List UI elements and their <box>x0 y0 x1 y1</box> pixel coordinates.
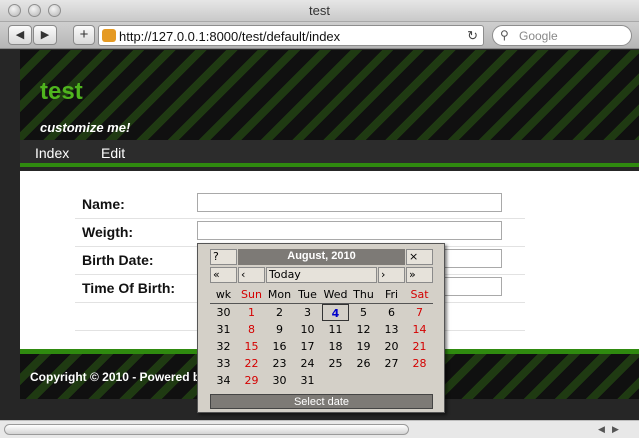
window-titlebar: test <box>0 0 639 22</box>
name-label: Name: <box>82 196 125 212</box>
calendar-today-button[interactable]: Today <box>266 267 377 283</box>
calendar-day[interactable]: 3 <box>294 304 321 321</box>
calendar-day[interactable]: 31 <box>294 372 321 389</box>
menu-item-index[interactable]: Index <box>35 145 69 161</box>
calendar-weekday-sat: Sat <box>410 288 429 301</box>
calendar-day[interactable]: 20 <box>378 338 405 355</box>
calendar-day[interactable]: 10 <box>294 321 321 338</box>
date-picker-popup: ? August, 2010 × « ‹ Today › » wk Sun Mo… <box>197 243 445 413</box>
calendar-weekday-wed: Wed <box>323 288 348 301</box>
search-icon[interactable]: ⚲ <box>500 28 509 42</box>
calendar-day[interactable]: 8 <box>238 321 265 338</box>
weigth-field[interactable] <box>197 221 502 240</box>
calendar-help-button[interactable]: ? <box>210 249 237 265</box>
site-header: test customize me! <box>20 50 639 140</box>
calendar-day[interactable]: 24 <box>294 355 321 372</box>
calendar-day[interactable]: 26 <box>350 355 377 372</box>
reload-icon[interactable]: ↻ <box>467 28 478 44</box>
calendar-month-title: August, 2010 <box>238 249 405 265</box>
calendar-day[interactable]: 6 <box>378 304 405 321</box>
calendar-status-bar: Select date <box>210 394 433 409</box>
calendar-day[interactable]: 18 <box>322 338 349 355</box>
calendar-day[interactable]: 21 <box>406 338 433 355</box>
calendar-day[interactable]: 25 <box>322 355 349 372</box>
calendar-day[interactable]: 29 <box>238 372 265 389</box>
site-favicon-icon <box>102 29 116 42</box>
calendar-weekday-fri: Fri <box>384 288 399 301</box>
back-button[interactable]: ◀ <box>8 25 32 45</box>
calendar-weekday-thu: Thu <box>353 288 374 301</box>
search-placeholder: Google <box>519 29 558 43</box>
calendar-day[interactable]: 22 <box>238 355 265 372</box>
calendar-day[interactable]: 28 <box>406 355 433 372</box>
site-menu: Index Edit <box>20 140 639 167</box>
calendar-day[interactable]: 13 <box>378 321 405 338</box>
calendar-close-button[interactable]: × <box>406 249 433 265</box>
scroll-left-icon[interactable]: ◀ <box>598 424 605 435</box>
calendar-day[interactable]: 27 <box>378 355 405 372</box>
calendar-day[interactable]: 2 <box>266 304 293 321</box>
birth-date-label: Birth Date: <box>82 252 154 268</box>
calendar-day[interactable]: 11 <box>322 321 349 338</box>
calendar-day[interactable]: 7 <box>406 304 433 321</box>
calendar-day[interactable]: 19 <box>350 338 377 355</box>
calendar-day[interactable]: 1 <box>238 304 265 321</box>
calendar-prev-year-button[interactable]: « <box>210 267 237 283</box>
window-title: test <box>309 3 330 18</box>
add-bookmark-button[interactable]: + <box>73 25 95 45</box>
form-row-name: Name: <box>75 191 525 219</box>
forward-button[interactable]: ▶ <box>33 25 57 45</box>
browser-toolbar: ◀ ▶ + http://127.0.0.1:8000/test/default… <box>0 22 639 49</box>
name-field[interactable] <box>197 193 502 212</box>
calendar-day[interactable]: 5 <box>350 304 377 321</box>
horizontal-scrollbar[interactable]: ◀ ▶ <box>0 420 639 438</box>
site-slogan: customize me! <box>40 120 131 135</box>
site-title: test <box>40 78 83 105</box>
calendar-day-today[interactable]: 4 <box>322 304 349 321</box>
address-bar[interactable]: http://127.0.0.1:8000/test/default/index… <box>98 25 484 46</box>
calendar-day[interactable]: 16 <box>266 338 293 355</box>
time-of-birth-label: Time Of Birth: <box>82 280 176 296</box>
footer-text: Copyright © 2010 - Powered by <box>30 370 207 384</box>
calendar-weekday-mon: Mon <box>267 288 292 301</box>
weigth-label: Weigth: <box>82 224 134 240</box>
calendar-week-number: 34 <box>216 374 231 387</box>
calendar-day[interactable]: 30 <box>266 372 293 389</box>
calendar-weekday-sun: Sun <box>241 288 262 301</box>
calendar-day[interactable]: 23 <box>266 355 293 372</box>
calendar-weekday-tue: Tue <box>298 288 317 301</box>
calendar-next-year-button[interactable]: » <box>406 267 433 283</box>
calendar-week-number: 33 <box>216 357 231 370</box>
scroll-right-icon[interactable]: ▶ <box>612 424 619 435</box>
calendar-next-month-button[interactable]: › <box>378 267 405 283</box>
calendar-prev-month-button[interactable]: ‹ <box>238 267 265 283</box>
calendar-day[interactable]: 14 <box>406 321 433 338</box>
calendar-day[interactable]: 9 <box>266 321 293 338</box>
calendar-week-header: wk <box>215 288 232 301</box>
calendar-week-number: 30 <box>216 306 231 319</box>
menu-item-edit[interactable]: Edit <box>101 145 125 161</box>
address-text: http://127.0.0.1:8000/test/default/index <box>119 29 341 44</box>
calendar-week-number: 31 <box>216 323 231 336</box>
calendar-week-number: 32 <box>216 340 231 353</box>
scrollbar-thumb[interactable] <box>4 424 409 435</box>
search-input[interactable]: ⚲ Google <box>492 25 632 46</box>
calendar-day[interactable]: 12 <box>350 321 377 338</box>
calendar-day[interactable]: 15 <box>238 338 265 355</box>
calendar-day[interactable]: 17 <box>294 338 321 355</box>
